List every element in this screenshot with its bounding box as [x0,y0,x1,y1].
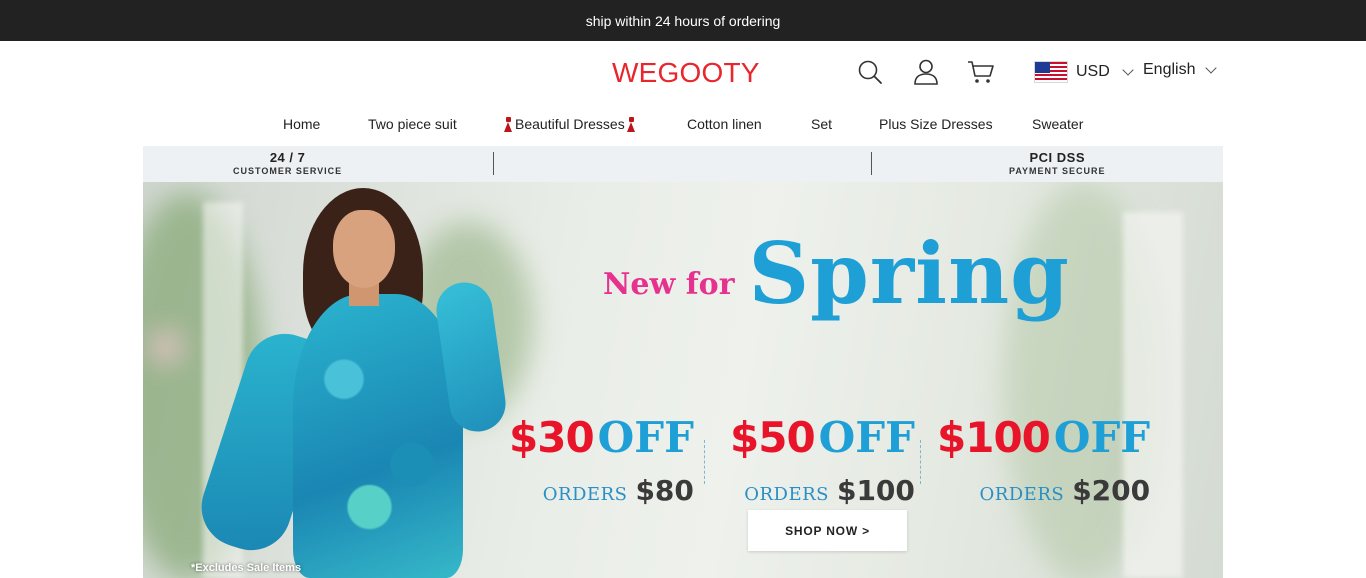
offer-off: OFF [818,413,915,462]
red-dress-icon [626,116,636,132]
site-logo[interactable]: WEGOOTY [612,57,760,89]
offer-2: $50OFF ORDERS $100 [730,413,915,508]
currency-label: USD [1076,63,1110,80]
trust-big-text: PCI DSS [1029,150,1086,165]
offer-orders-label: ORDERS [542,484,628,505]
nav-label: Plus Size Dresses [879,116,993,132]
chevron-down-icon [1205,62,1218,74]
offer-amount: $100 [937,413,1051,462]
hero-banner[interactable]: New for Spring $30OFF ORDERS $80 $50OFF O… [143,182,1223,578]
offer-amount: $50 [730,413,816,462]
offer-orders-label: ORDERS [744,484,829,505]
offer-divider [920,440,921,484]
trust-big-text: 24 / 7 [269,150,306,165]
cart-icon[interactable] [966,57,996,87]
excludes-footnote: *Excludes Sale Items [191,562,302,574]
nav-label: Home [283,116,321,132]
language-selector[interactable]: English [1143,61,1218,79]
announcement-text: ship within 24 hours of ordering [585,12,781,29]
nav-item-beautiful-dresses[interactable]: Beautiful Dresses [504,116,636,132]
divider [871,152,872,175]
nav-label: Set [811,116,833,132]
headline-big: Spring [748,224,1070,323]
offer-3: $100OFF ORDERS $200 [937,413,1151,508]
nav-label: Beautiful Dresses [515,116,625,132]
site-header: WEGOOTY USD English [0,41,1366,105]
customer-service-badge: 24 / 7 CUSTOMER SERVICE [233,151,342,177]
nav-item-plus-size-dresses[interactable]: Plus Size Dresses [879,116,993,132]
currency-selector[interactable]: USD [1034,61,1134,83]
headline-small: New for [603,267,735,302]
nav-label: Sweater [1032,116,1084,132]
window-frame [1123,212,1183,578]
shop-now-button[interactable]: SHOP NOW > [748,510,907,551]
main-nav: Home Two piece suit Beautiful Dresses Co… [0,105,1366,145]
offer-1: $30OFF ORDERS $80 [509,413,694,508]
trust-small-text: CUSTOMER SERVICE [233,166,343,176]
nav-item-sweater[interactable]: Sweater [1032,116,1083,132]
divider [493,152,494,175]
offer-minimum: $100 [836,474,915,507]
nav-label: Two piece suit [368,116,457,132]
nav-item-home[interactable]: Home [283,116,320,132]
chevron-down-icon [1122,64,1134,76]
offer-minimum: $200 [1072,474,1151,507]
nav-label: Cotton linen [687,116,762,132]
hero-headline: New for Spring [603,228,1070,320]
offer-divider [704,440,705,484]
search-icon[interactable] [855,57,885,87]
trust-bar: 24 / 7 CUSTOMER SERVICE PCI DSS PAYMENT … [143,146,1223,182]
announcement-bar: ship within 24 hours of ordering [0,0,1366,41]
offer-minimum: $80 [635,474,694,507]
offer-amount: $30 [509,413,595,462]
us-flag-icon [1034,61,1068,83]
payment-secure-badge: PCI DSS PAYMENT SECURE [1009,151,1106,177]
model-photo [143,182,510,578]
trust-small-text: PAYMENT SECURE [1009,166,1106,176]
account-icon[interactable] [911,57,941,87]
nav-item-cotton-linen[interactable]: Cotton linen [687,116,762,132]
offer-orders-label: ORDERS [979,484,1065,505]
language-label: English [1143,61,1196,78]
red-dress-icon [504,116,513,132]
offer-off: OFF [597,413,694,462]
offer-off: OFF [1053,413,1151,462]
nav-item-two-piece-suit[interactable]: Two piece suit [368,116,457,132]
nav-item-set[interactable]: Set [811,116,832,132]
